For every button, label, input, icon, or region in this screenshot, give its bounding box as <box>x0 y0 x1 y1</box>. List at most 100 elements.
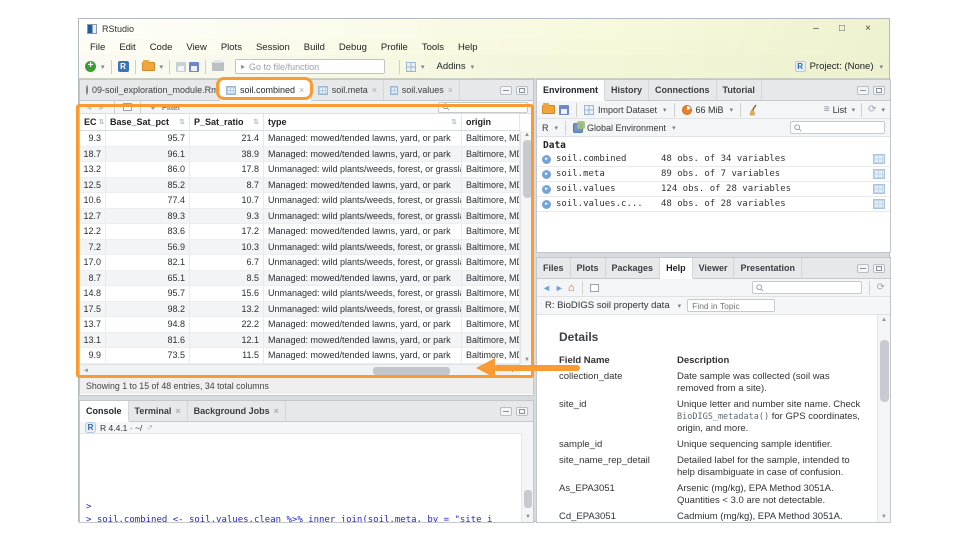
minimize-pane-icon[interactable] <box>500 85 512 95</box>
tab-soil-combined[interactable]: soil.combined × <box>220 80 312 101</box>
environment-object-row[interactable]: ▶ soil.values 124 obs. of 28 variables <box>537 182 890 197</box>
scroll-up-icon[interactable]: ▲ <box>881 317 887 323</box>
memory-caret-icon[interactable]: ▾ <box>730 106 734 114</box>
back-icon[interactable]: ◄ <box>542 283 551 293</box>
open-file-caret-icon[interactable]: ▾ <box>160 63 164 71</box>
new-project-icon[interactable]: R <box>117 61 129 72</box>
import-dataset-menu[interactable]: Import Dataset <box>598 105 657 115</box>
help-search-input[interactable] <box>766 283 858 292</box>
table-row[interactable]: 8.7 65.1 8.5 Managed: mowed/tended lawns… <box>80 270 520 286</box>
view-table-icon[interactable] <box>873 154 885 164</box>
tab-viewer[interactable]: Viewer <box>693 258 735 278</box>
scrollbar-thumb[interactable] <box>522 140 532 198</box>
tab-console[interactable]: Console <box>80 401 129 422</box>
maximize-pane-icon[interactable] <box>873 263 885 273</box>
table-row[interactable]: 13.7 94.8 22.2 Managed: mowed/tended law… <box>80 317 520 333</box>
new-file-icon[interactable]: + <box>85 61 96 72</box>
load-workspace-icon[interactable] <box>542 103 555 114</box>
clear-objects-broom-icon[interactable] <box>748 104 760 116</box>
console-scrollbar[interactable]: ▼ <box>521 433 533 522</box>
table-row[interactable]: 12.7 89.3 9.3 Unmanaged: wild plants/wee… <box>80 208 520 224</box>
maximize-pane-icon[interactable] <box>873 85 885 95</box>
tab-soil-meta[interactable]: soil.meta × <box>312 80 384 100</box>
topic-caret-icon[interactable]: ▾ <box>678 302 682 310</box>
refresh-icon[interactable]: ⟳ <box>868 104 876 115</box>
environment-object-row[interactable]: ▶ soil.combined 48 obs. of 34 variables <box>537 152 890 167</box>
view-table-icon[interactable] <box>873 169 885 179</box>
tab-history[interactable]: History <box>605 80 650 100</box>
environment-search-input[interactable] <box>805 123 881 132</box>
popout-window-icon[interactable] <box>122 103 132 111</box>
memory-usage-menu[interactable]: 66 MiB <box>696 105 724 115</box>
close-tab-icon[interactable]: × <box>448 85 453 95</box>
table-row[interactable]: 10.6 77.4 10.7 Unmanaged: wild plants/we… <box>80 193 520 209</box>
minimize-button[interactable]: – <box>803 20 829 38</box>
table-row[interactable]: 7.2 56.9 10.3 Unmanaged: wild plants/wee… <box>80 239 520 255</box>
print-icon[interactable] <box>212 60 225 71</box>
home-icon[interactable]: ⌂ <box>568 282 575 293</box>
tab-soil-values[interactable]: soil.values × <box>384 80 460 100</box>
expand-object-icon[interactable]: ▶ <box>542 169 551 179</box>
back-icon[interactable]: ◄ <box>85 103 93 112</box>
panes-layout-icon[interactable] <box>406 61 417 72</box>
tab-terminal[interactable]: Terminal × <box>129 401 188 421</box>
addins-menu[interactable]: Addins <box>437 61 466 72</box>
table-vertical-scrollbar[interactable]: ▲ ▼ <box>520 131 533 364</box>
maximize-pane-icon[interactable] <box>516 406 528 416</box>
table-row[interactable]: 13.1 81.6 12.1 Managed: mowed/tended law… <box>80 332 520 348</box>
menu-item[interactable]: Tools <box>415 42 451 53</box>
column-header-base-sat-pct[interactable]: Base_Sat_pct ⇅ <box>106 114 190 130</box>
scroll-up-icon[interactable]: ▲ <box>524 132 530 138</box>
scrollbar-thumb[interactable] <box>373 367 450 375</box>
tab-tutorial[interactable]: Tutorial <box>717 80 762 100</box>
environment-object-row[interactable]: ▶ soil.meta 89 obs. of 7 variables <box>537 167 890 182</box>
r-version-label[interactable]: R 4.4.1 · ~/ <box>100 423 142 433</box>
help-search-box[interactable] <box>751 281 862 294</box>
forward-icon[interactable]: ► <box>555 283 564 293</box>
tab-packages[interactable]: Packages <box>606 258 661 278</box>
tab-environment[interactable]: Environment <box>537 80 606 101</box>
expand-object-icon[interactable]: ▶ <box>542 199 551 209</box>
help-topic-title[interactable]: R: BioDIGS soil property data <box>545 300 670 311</box>
column-header-ec[interactable]: EC ⇅ <box>80 114 106 130</box>
table-search-box[interactable] <box>438 101 528 113</box>
tab-presentation[interactable]: Presentation <box>734 258 802 278</box>
menu-item[interactable]: File <box>83 42 112 53</box>
expand-object-icon[interactable]: ▶ <box>542 154 551 164</box>
environment-search-box[interactable] <box>790 121 885 134</box>
table-row[interactable]: 14.8 95.7 15.6 Unmanaged: wild plants/we… <box>80 286 520 302</box>
minimize-pane-icon[interactable] <box>500 406 512 416</box>
help-scrollbar[interactable]: ▲ ▼ <box>877 315 890 522</box>
column-header-origin[interactable]: origin <box>462 114 520 130</box>
column-header-p-sat-ratio[interactable]: P_Sat_ratio ⇅ <box>190 114 264 130</box>
find-in-topic-input[interactable] <box>692 300 771 311</box>
menu-item[interactable]: Build <box>297 42 332 53</box>
scrollbar-thumb[interactable] <box>879 340 889 402</box>
scroll-down-icon[interactable]: ▼ <box>881 514 887 520</box>
menu-item[interactable]: Debug <box>332 42 374 53</box>
find-in-topic-box[interactable] <box>687 299 776 312</box>
table-row[interactable]: 17.0 82.1 6.7 Unmanaged: wild plants/wee… <box>80 255 520 271</box>
list-view-menu[interactable]: List <box>833 105 847 115</box>
language-menu[interactable]: R <box>542 123 549 133</box>
table-row[interactable]: 12.2 83.6 17.2 Managed: mowed/tended law… <box>80 224 520 240</box>
menu-item[interactable]: Code <box>143 42 180 53</box>
view-table-icon[interactable] <box>873 184 885 194</box>
menu-item[interactable]: Profile <box>374 42 415 53</box>
addins-caret-icon[interactable]: ▾ <box>471 63 475 71</box>
filter-label[interactable]: Filter <box>162 102 181 112</box>
scrollbar-thumb[interactable] <box>523 490 532 508</box>
menu-item[interactable]: Edit <box>112 42 142 53</box>
environment-object-row[interactable]: ▶ soil.values.c... 48 obs. of 28 variabl… <box>537 197 890 212</box>
view-table-icon[interactable] <box>873 199 885 209</box>
project-menu[interactable]: Project: (None) <box>810 61 874 72</box>
import-caret-icon[interactable]: ▾ <box>663 106 667 114</box>
project-caret-icon[interactable]: ▾ <box>879 63 883 71</box>
menu-item[interactable]: Session <box>249 42 297 53</box>
tab-connections[interactable]: Connections <box>649 80 717 100</box>
new-file-caret-icon[interactable]: ▾ <box>101 63 105 71</box>
close-tab-icon[interactable]: × <box>175 406 180 416</box>
table-row[interactable]: 9.3 95.7 21.4 Managed: mowed/tended lawn… <box>80 131 520 147</box>
filter-icon[interactable] <box>148 104 157 110</box>
close-tab-icon[interactable]: × <box>299 85 304 95</box>
